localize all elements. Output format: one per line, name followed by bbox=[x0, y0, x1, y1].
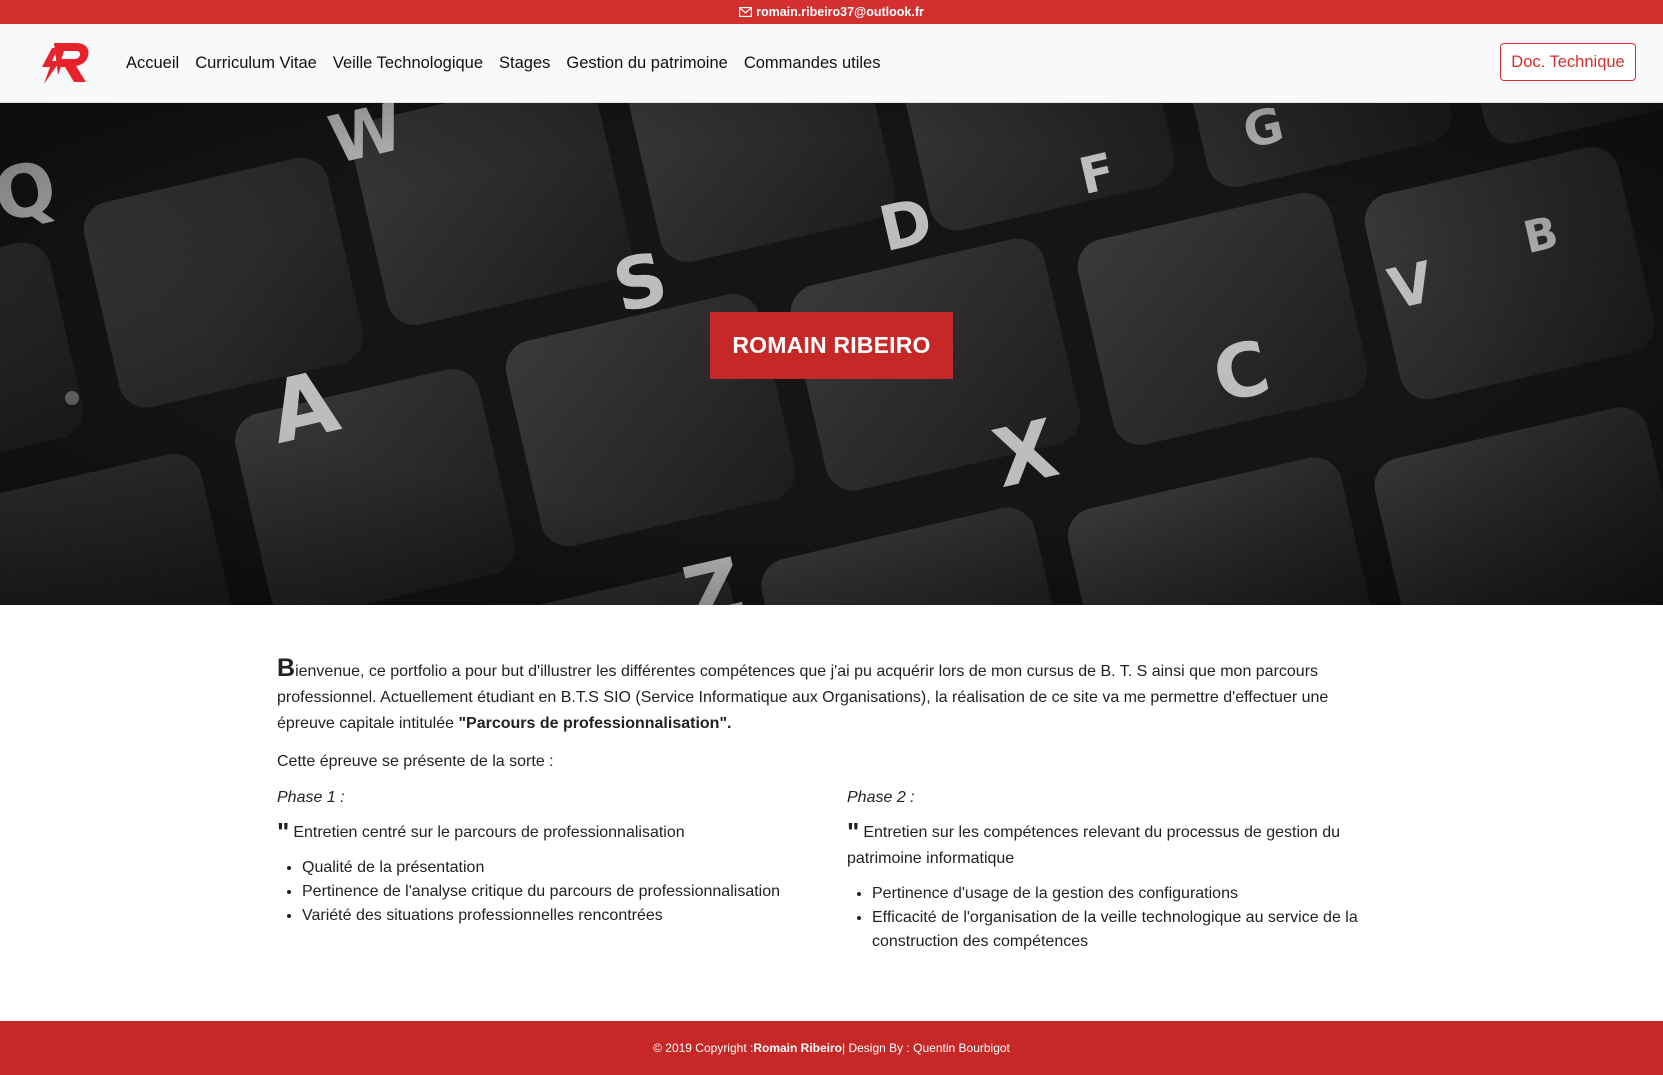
phase-2-quote-text: Entretien sur les compétences relevant d… bbox=[847, 824, 1341, 867]
main-content: Bienvenue, ce portfolio a pour but d'ill… bbox=[277, 655, 1367, 954]
hero-title: ROMAIN RIBEIRO bbox=[710, 312, 953, 379]
list-item: Pertinence d'usage de la gestion des con… bbox=[872, 882, 1367, 906]
section-subtitle: Cette épreuve se présente de la sorte : bbox=[277, 753, 554, 770]
quote-mark-icon: " bbox=[847, 817, 860, 847]
envelope-icon bbox=[739, 7, 753, 17]
phases-row: Phase 1 : " Entretien centré sur le parco… bbox=[277, 785, 1367, 954]
list-item: Pertinence de l'analyse critique du parc… bbox=[302, 880, 847, 904]
phase-2-column: Phase 2 : " Entretien sur les compétences… bbox=[847, 785, 1367, 954]
phase-2-label: Phase 2 : bbox=[847, 789, 915, 806]
contact-email-link[interactable]: romain.ribeiro37@outlook.fr bbox=[756, 5, 924, 19]
list-item: Qualité de la présentation bbox=[302, 856, 847, 880]
list-item: Efficacité de l'organisation de la veill… bbox=[872, 906, 1367, 954]
footer-design-credit: | Design By : Quentin Bourbigot bbox=[842, 1041, 1010, 1055]
phase-1-criteria-list: Qualité de la présentation Pertinence de… bbox=[302, 856, 847, 928]
phase-1-quote-text: Entretien centré sur le parcours de prof… bbox=[293, 824, 685, 841]
nav-menu: Accueil Curriculum Vitae Veille Technolo… bbox=[126, 24, 896, 103]
phase-2-quote: " Entretien sur les compétences relevant … bbox=[847, 819, 1367, 872]
intro-text: ienvenue, ce portfolio a pour but d'illu… bbox=[277, 663, 1329, 732]
hero-banner: Q W S A D F G C V B X Z ROMAIN RIBEIRO bbox=[0, 103, 1663, 605]
nav-item-veille-technologique[interactable]: Veille Technologique bbox=[333, 54, 483, 73]
nav-item-curriculum-vitae[interactable]: Curriculum Vitae bbox=[195, 54, 317, 73]
phase-1-column: Phase 1 : " Entretien centré sur le parco… bbox=[277, 785, 847, 954]
phase-1-quote: " Entretien centré sur le parcours de pro… bbox=[277, 819, 847, 846]
nav-item-stages[interactable]: Stages bbox=[499, 54, 550, 73]
page-footer: © 2019 Copyright : Romain Ribeiro | Desi… bbox=[0, 1021, 1663, 1075]
main-navbar: Accueil Curriculum Vitae Veille Technolo… bbox=[0, 24, 1663, 103]
doc-technique-button[interactable]: Doc. Technique bbox=[1500, 43, 1636, 81]
top-contact-bar: romain.ribeiro37@outlook.fr bbox=[0, 0, 1663, 24]
brand-logo-icon[interactable] bbox=[40, 40, 92, 86]
phase-1-label: Phase 1 : bbox=[277, 789, 345, 806]
footer-author-link[interactable]: Romain Ribeiro bbox=[753, 1041, 842, 1055]
nav-item-gestion-du-patrimoine[interactable]: Gestion du patrimoine bbox=[566, 54, 727, 73]
nav-item-commandes-utiles[interactable]: Commandes utiles bbox=[744, 54, 881, 73]
quote-mark-icon: " bbox=[277, 817, 290, 847]
intro-bold-title: "Parcours de professionnalisation". bbox=[458, 715, 732, 732]
nav-item-accueil[interactable]: Accueil bbox=[126, 54, 179, 73]
intro-dropcap: B bbox=[277, 654, 296, 682]
list-item: Variété des situations professionnelles … bbox=[302, 904, 847, 928]
intro-paragraph: Bienvenue, ce portfolio a pour but d'ill… bbox=[277, 655, 1367, 737]
footer-copyright-prefix: © 2019 Copyright : bbox=[653, 1041, 754, 1055]
phase-2-criteria-list: Pertinence d'usage de la gestion des con… bbox=[872, 882, 1367, 954]
